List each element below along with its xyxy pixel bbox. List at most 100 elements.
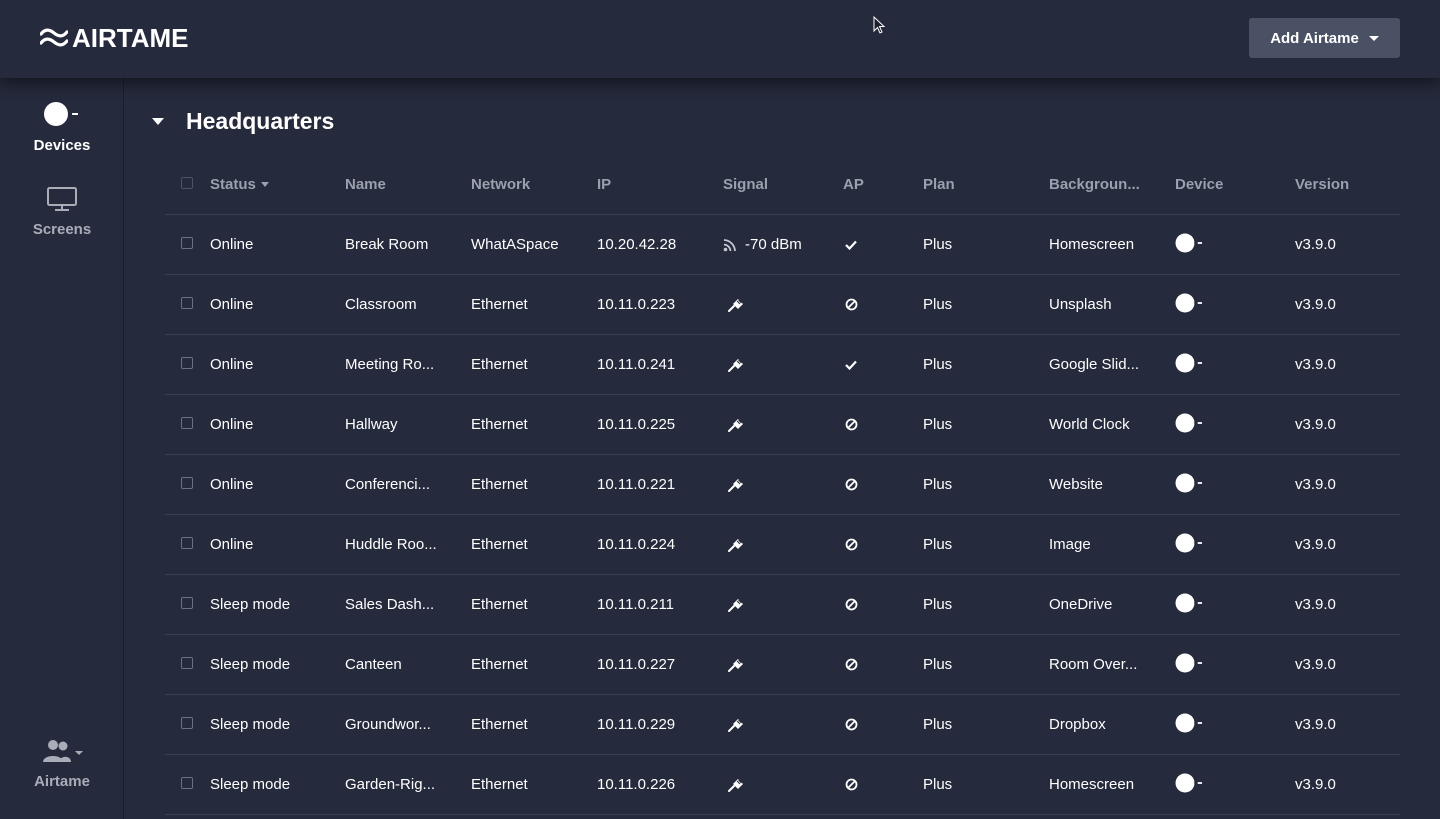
table-row[interactable]: Online Conferenci... Ethernet 10.11.0.221 Pl…: [165, 455, 1400, 515]
users-icon: [43, 740, 83, 762]
row-checkbox[interactable]: [181, 416, 193, 429]
airtame-device-icon[interactable]: [1175, 712, 1203, 734]
column-header-plan[interactable]: Plan: [923, 155, 955, 214]
table-row[interactable]: Sleep mode Sales Dash... Ethernet 10.11.0.2…: [165, 575, 1400, 635]
sort-caret-icon: [260, 182, 269, 187]
network-cell: Ethernet: [471, 656, 528, 673]
name-cell: Sales Dash...: [345, 596, 435, 613]
background-cell: Homescreen: [1049, 776, 1135, 793]
ethernet-icon: [727, 777, 745, 793]
top-bar: AIRTAME Add Airtame: [0, 0, 1440, 78]
plan-cell: Plus: [923, 656, 953, 673]
airtame-device-icon[interactable]: [1175, 652, 1203, 674]
ip-cell: 10.11.0.223: [597, 296, 676, 313]
device-cell: [1175, 515, 1203, 574]
select-all-cell: [181, 155, 193, 214]
name-cell: Classroom: [345, 296, 417, 313]
airtame-device-icon[interactable]: [1175, 232, 1203, 254]
device-cell: [1175, 455, 1203, 514]
signal-cell: [723, 395, 753, 454]
airtame-device-icon[interactable]: [1175, 352, 1203, 374]
table-row[interactable]: Sleep mode Canteen Ethernet 10.11.0.227 Plus…: [165, 635, 1400, 695]
device-cell: [1175, 275, 1203, 334]
column-header-name[interactable]: Name: [345, 155, 386, 214]
row-checkbox[interactable]: [181, 236, 193, 249]
airtame-device-icon[interactable]: [1175, 532, 1203, 554]
airtame-device-icon[interactable]: [1175, 292, 1203, 314]
version-cell: v3.9.0: [1295, 416, 1336, 433]
sidebar-item-devices[interactable]: Devices: [0, 100, 124, 154]
background-cell: Unsplash: [1049, 296, 1112, 313]
sidebar-item-account[interactable]: Airtame: [0, 738, 124, 790]
table-row[interactable]: Online Hallway Ethernet 10.11.0.225 Plus Worl…: [165, 395, 1400, 455]
table-row[interactable]: Sleep mode Groundwor... Ethernet 10.11.0.22…: [165, 695, 1400, 755]
version-cell: v3.9.0: [1295, 656, 1336, 673]
signal-cell: [723, 275, 753, 334]
airtame-logo[interactable]: AIRTAME: [40, 23, 189, 53]
device-cell: [1175, 335, 1203, 394]
name-cell: Meeting Ro...: [345, 356, 435, 373]
ip-cell: 10.11.0.227: [597, 656, 676, 673]
ip-cell: 10.11.0.211: [597, 596, 675, 613]
row-checkbox[interactable]: [181, 596, 193, 609]
caret-down-icon: [152, 117, 164, 125]
row-checkbox[interactable]: [181, 536, 193, 549]
airtame-device-icon[interactable]: [1175, 412, 1203, 434]
group-toggle[interactable]: Headquarters: [152, 104, 334, 138]
plan-cell: Plus: [923, 536, 953, 553]
sidebar-item-screens[interactable]: Screens: [0, 186, 124, 238]
signal-cell: -70 dBm: [723, 215, 802, 274]
column-header-network[interactable]: Network: [471, 155, 530, 214]
device-cell: [1175, 635, 1203, 694]
row-checkbox[interactable]: [181, 776, 193, 789]
version-cell: v3.9.0: [1295, 596, 1336, 613]
version-cell: v3.9.0: [1295, 716, 1336, 733]
ap-cell: [843, 515, 858, 574]
airtame-device-icon[interactable]: [1175, 592, 1203, 614]
sidebar-item-label: Devices: [33, 137, 91, 154]
plan-cell: Plus: [923, 776, 953, 793]
row-checkbox[interactable]: [181, 656, 193, 669]
airtame-device-icon[interactable]: [1175, 772, 1203, 794]
column-header-signal[interactable]: Signal: [723, 155, 768, 214]
row-checkbox[interactable]: [181, 356, 193, 369]
row-checkbox[interactable]: [181, 716, 193, 729]
sidebar: Devices Screens Airtame: [0, 78, 124, 819]
name-cell: Huddle Roo...: [345, 536, 437, 553]
device-cell: [1175, 755, 1203, 814]
ethernet-icon: [727, 297, 745, 313]
column-header-ip[interactable]: IP: [597, 155, 611, 214]
background-cell: World Clock: [1049, 416, 1130, 433]
row-checkbox[interactable]: [181, 296, 193, 309]
airtame-device-icon[interactable]: [1175, 472, 1203, 494]
table-row[interactable]: Online Meeting Ro... Ethernet 10.11.0.241 Pl…: [165, 335, 1400, 395]
table-row[interactable]: Online Classroom Ethernet 10.11.0.223 Plus Un…: [165, 275, 1400, 335]
column-header-version[interactable]: Version: [1295, 155, 1349, 214]
column-header-status[interactable]: Status: [210, 155, 269, 214]
name-cell: Garden-Rig...: [345, 776, 436, 793]
disabled-icon: [845, 778, 858, 791]
airtame-device-icon: [44, 102, 78, 126]
table-row[interactable]: Online Huddle Roo... Ethernet 10.11.0.224 Pl…: [165, 515, 1400, 575]
table-header: Status Name Network IP Signal AP Plan Ba…: [165, 155, 1400, 215]
ip-cell: 10.11.0.229: [597, 716, 676, 733]
network-cell: Ethernet: [471, 596, 528, 613]
add-airtame-label: Add Airtame: [1270, 29, 1359, 47]
version-cell: v3.9.0: [1295, 536, 1336, 553]
column-header-device[interactable]: Device: [1175, 155, 1223, 214]
select-all-checkbox[interactable]: [181, 176, 193, 189]
network-cell: Ethernet: [471, 536, 528, 553]
ethernet-icon: [727, 357, 745, 373]
disabled-icon: [845, 718, 858, 731]
row-checkbox[interactable]: [181, 476, 193, 489]
table-row[interactable]: Sleep mode Garden-Rig... Ethernet 10.11.0.2…: [165, 755, 1400, 815]
name-cell: Groundwor...: [345, 716, 431, 733]
table-row[interactable]: Online Break Room WhatASpace 10.20.42.28 -70…: [165, 215, 1400, 275]
ip-cell: 10.11.0.241: [597, 356, 676, 373]
column-header-ap[interactable]: AP: [843, 155, 864, 214]
disabled-icon: [845, 298, 858, 311]
ap-cell: [843, 575, 858, 634]
column-header-background[interactable]: Backgroun...: [1049, 155, 1140, 214]
add-airtame-button[interactable]: Add Airtame: [1249, 18, 1400, 58]
devices-table: Status Name Network IP Signal AP Plan Ba…: [165, 155, 1400, 815]
